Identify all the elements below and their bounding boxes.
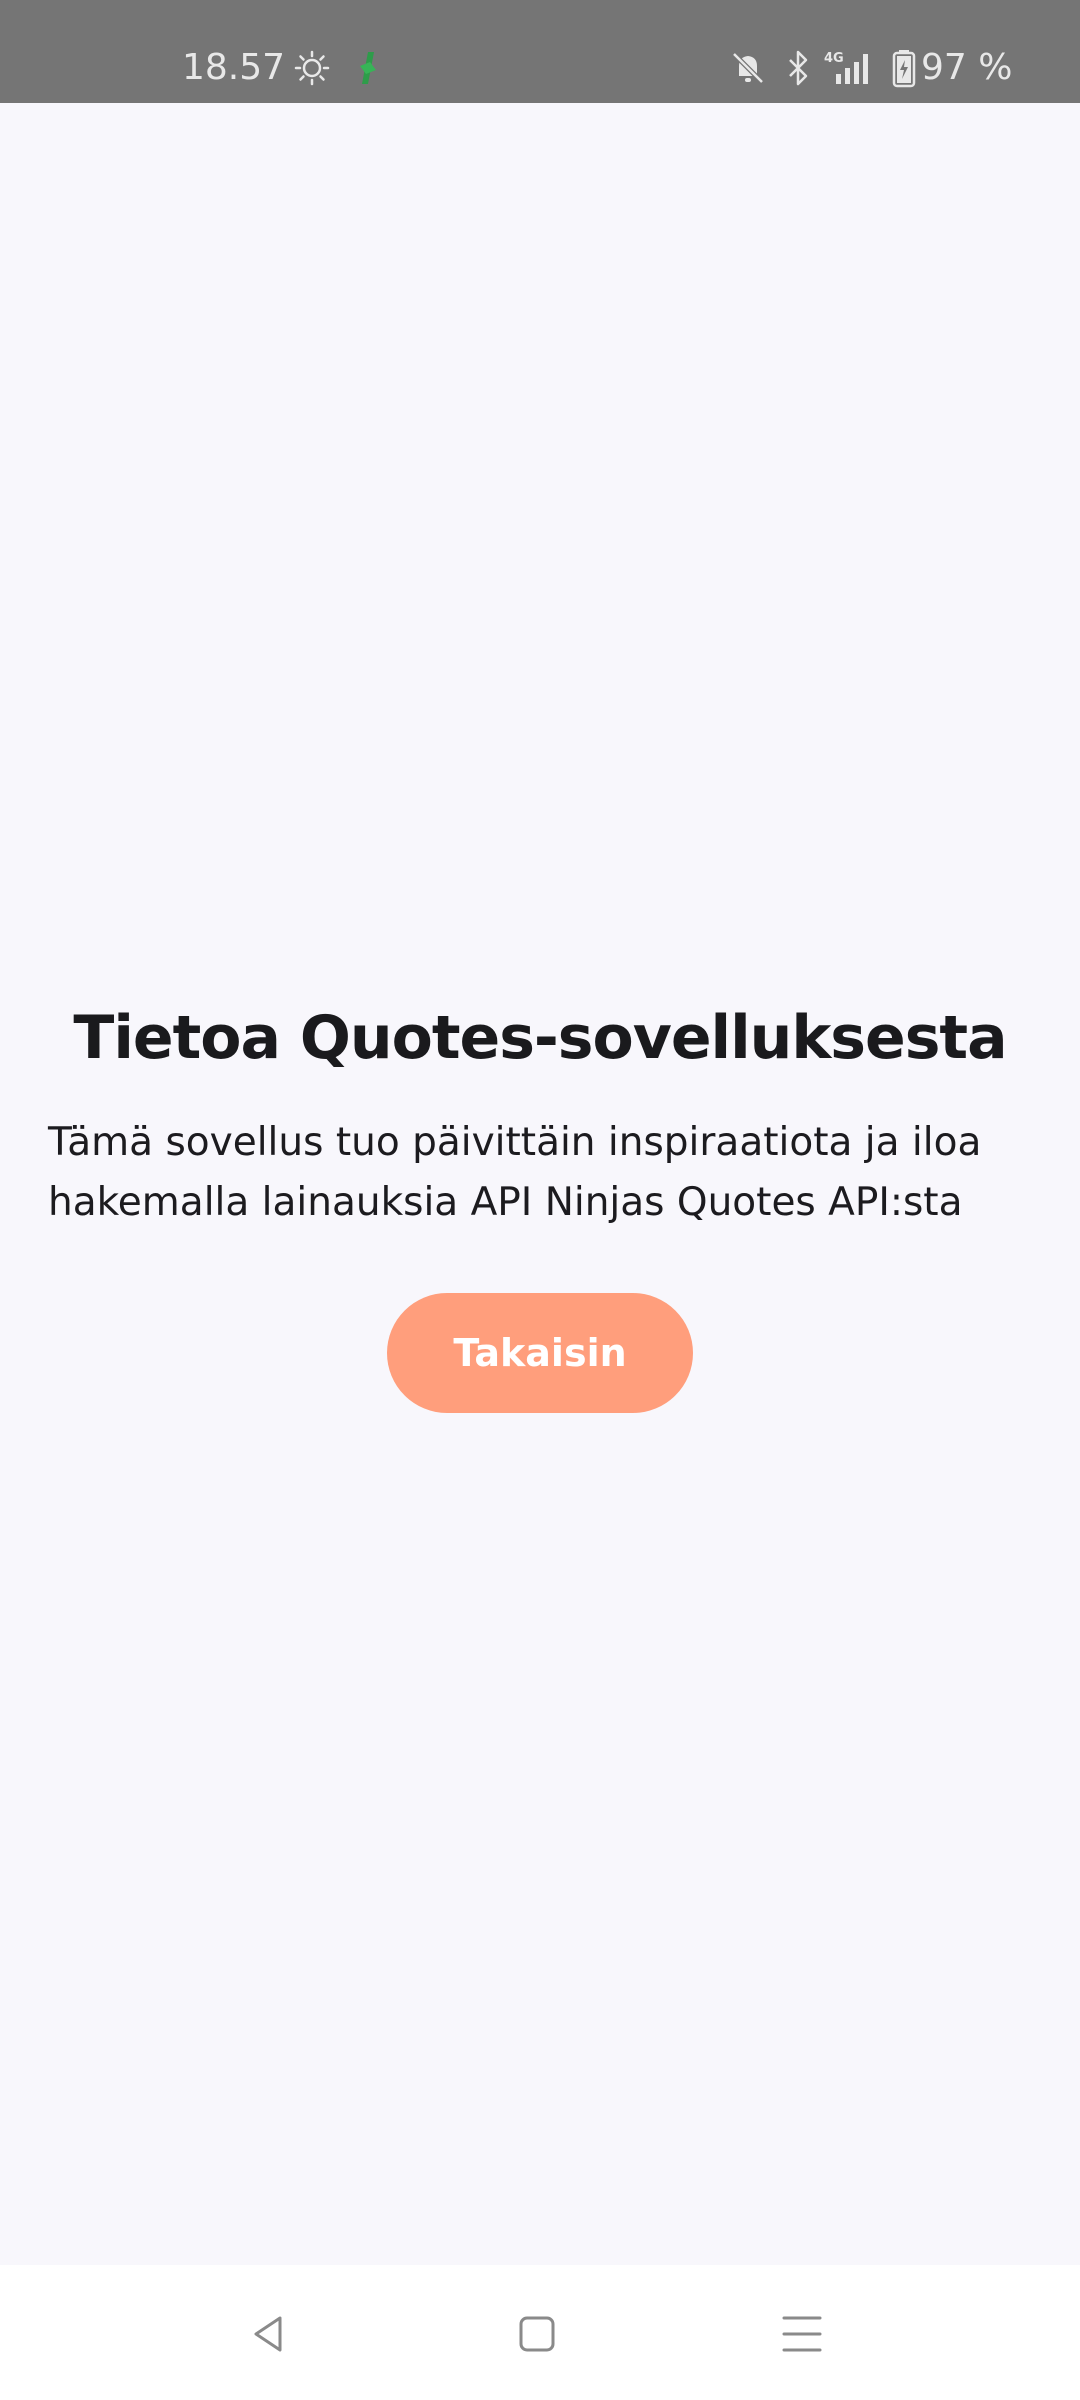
main-content: Tietoa Quotes-sovelluksesta Tämä sovellu…	[0, 103, 1080, 2265]
back-icon[interactable]	[246, 2312, 290, 2356]
home-icon[interactable]	[515, 2312, 559, 2356]
back-button[interactable]: Takaisin	[387, 1293, 693, 1413]
status-time: 18.57	[182, 47, 286, 88]
brightness-icon	[294, 48, 330, 88]
signal-4g-icon: 4G	[822, 48, 882, 88]
bluetooth-icon	[780, 48, 816, 88]
menu-icon[interactable]	[780, 2312, 824, 2356]
status-bar: 18.57 4G 97 %	[0, 0, 1080, 103]
mute-icon	[730, 48, 766, 88]
app-description: Tämä sovellus tuo päivittäin inspiraatio…	[48, 1120, 982, 1225]
network-label: 4G	[824, 51, 844, 66]
page-title: Tietoa Quotes-sovelluksesta	[73, 1003, 1007, 1073]
screen: 18.57 4G 97 % Tietoa Quotes-sovelluksest…	[0, 0, 1080, 2400]
battery-percentage: 97 %	[921, 47, 1013, 88]
app-notification-icon	[350, 48, 386, 88]
battery-icon	[892, 48, 916, 88]
